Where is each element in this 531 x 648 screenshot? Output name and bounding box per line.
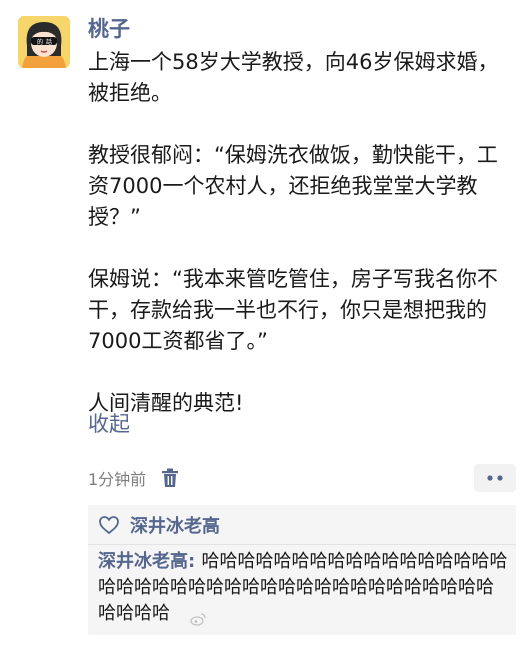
- post-paragraph: 上海一个58岁大学教授，向46岁保姆求婚，被拒绝。: [88, 50, 499, 105]
- post-content: 上海一个58岁大学教授，向46岁保姆求婚，被拒绝。 教授很郁闷：“保姆洗衣做饭，…: [88, 47, 518, 419]
- more-dots-icon: [487, 475, 503, 481]
- liker-name[interactable]: 深井冰老高: [130, 512, 220, 538]
- post-paragraph: 保姆说：“我本来管吃管住，房子写我名你不干，存款给我一半也不行，你只是想把我的7…: [88, 267, 498, 353]
- collapse-link[interactable]: 收起: [88, 409, 130, 440]
- svg-text:的: 的: [37, 38, 43, 46]
- post-meta-row: 1分钟前: [88, 463, 180, 493]
- heart-icon: [98, 515, 120, 535]
- comment-item: 深井冰老高: 哈哈哈哈哈哈哈哈哈哈哈哈哈哈哈哈哈哈哈哈哈哈哈哈哈哈哈哈哈哈哈哈哈…: [98, 549, 510, 627]
- post-author-name[interactable]: 桃子: [88, 14, 130, 44]
- trash-icon[interactable]: [160, 467, 180, 489]
- interaction-panel: 深井冰老高 深井冰老高: 哈哈哈哈哈哈哈哈哈哈哈哈哈哈哈哈哈哈哈哈哈哈哈哈哈哈哈…: [88, 505, 516, 635]
- commenter-name[interactable]: 深井冰老高: [98, 551, 188, 572]
- post-paragraph: 人间清醒的典范!: [88, 391, 244, 415]
- more-options-button[interactable]: [474, 464, 516, 492]
- likes-row: 深井冰老高: [98, 511, 220, 539]
- avatar[interactable]: 的 話: [18, 16, 70, 68]
- svg-text:話: 話: [46, 38, 52, 46]
- post-paragraph: 教授很郁闷：“保姆洗衣做饭，勤快能干，工资7000一个农村人，还拒绝我堂堂大学教…: [88, 143, 498, 229]
- avatar-image: 的 話: [18, 16, 70, 68]
- comment-separator: :: [188, 551, 202, 572]
- divider: [88, 544, 516, 545]
- post-timestamp: 1分钟前: [88, 470, 147, 489]
